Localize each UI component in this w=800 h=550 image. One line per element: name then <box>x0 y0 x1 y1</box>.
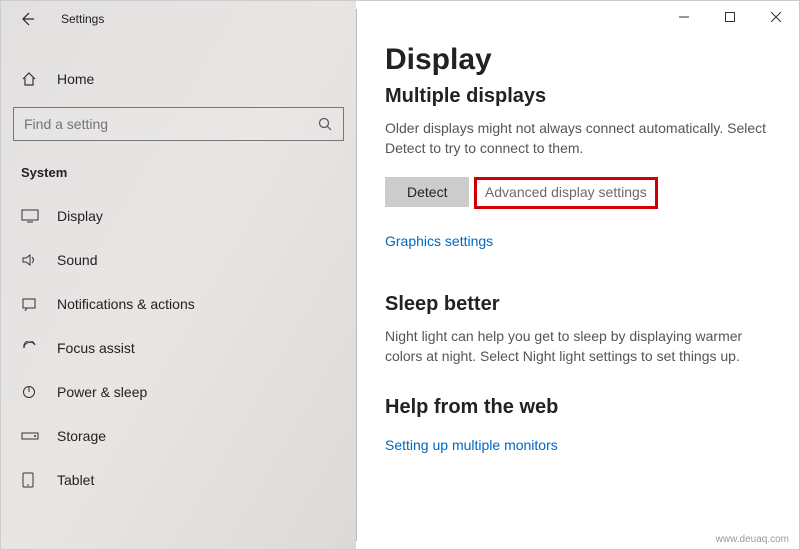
home-icon <box>21 71 39 87</box>
power-icon <box>21 384 39 400</box>
nav-label: Sound <box>57 252 97 268</box>
search-icon <box>317 116 333 132</box>
watermark: www.deuaq.com <box>716 534 789 545</box>
nav-item-storage[interactable]: Storage <box>1 414 356 458</box>
content-panel: Display Multiple displays Older displays… <box>357 1 799 549</box>
nav-label: Storage <box>57 428 106 444</box>
page-title: Display <box>385 43 771 77</box>
section-help: Help from the web <box>385 396 771 419</box>
storage-icon <box>21 430 39 442</box>
advanced-display-link-highlight: Advanced display settings <box>474 177 658 209</box>
nav-label: Display <box>57 208 103 224</box>
home-nav[interactable]: Home <box>1 61 356 97</box>
home-label: Home <box>57 71 94 87</box>
section-label: System <box>1 151 356 186</box>
sound-icon <box>21 253 39 267</box>
search-box[interactable] <box>13 107 344 141</box>
detect-button[interactable]: Detect <box>385 177 469 207</box>
back-button[interactable] <box>17 9 37 29</box>
nav-item-sound[interactable]: Sound <box>1 238 356 282</box>
section-sleep-better: Sleep better <box>385 293 771 316</box>
nav-label: Tablet <box>57 472 94 488</box>
graphics-settings-link[interactable]: Graphics settings <box>385 233 493 249</box>
sidebar: Settings Home System Display Sound Notif… <box>1 1 356 549</box>
search-input[interactable] <box>24 116 317 132</box>
nav-item-notifications[interactable]: Notifications & actions <box>1 282 356 326</box>
sleep-text: Night light can help you get to sleep by… <box>385 326 771 367</box>
app-title: Settings <box>61 12 104 26</box>
multidisplay-text: Older displays might not always connect … <box>385 118 771 159</box>
nav-list: Display Sound Notifications & actions Fo… <box>1 194 356 502</box>
nav-item-focus[interactable]: Focus assist <box>1 326 356 370</box>
titlebar: Settings <box>1 1 356 37</box>
nav-item-power[interactable]: Power & sleep <box>1 370 356 414</box>
arrow-left-icon <box>19 11 35 27</box>
section-multiple-displays: Multiple displays <box>385 85 771 108</box>
help-link[interactable]: Setting up multiple monitors <box>385 437 558 453</box>
focus-icon <box>21 341 39 355</box>
nav-item-display[interactable]: Display <box>1 194 356 238</box>
nav-label: Power & sleep <box>57 384 147 400</box>
advanced-display-link[interactable]: Advanced display settings <box>485 184 647 200</box>
tablet-icon <box>21 472 39 488</box>
nav-item-tablet[interactable]: Tablet <box>1 458 356 502</box>
nav-label: Notifications & actions <box>57 296 195 312</box>
display-icon <box>21 209 39 223</box>
nav-label: Focus assist <box>57 340 135 356</box>
notifications-icon <box>21 297 39 311</box>
